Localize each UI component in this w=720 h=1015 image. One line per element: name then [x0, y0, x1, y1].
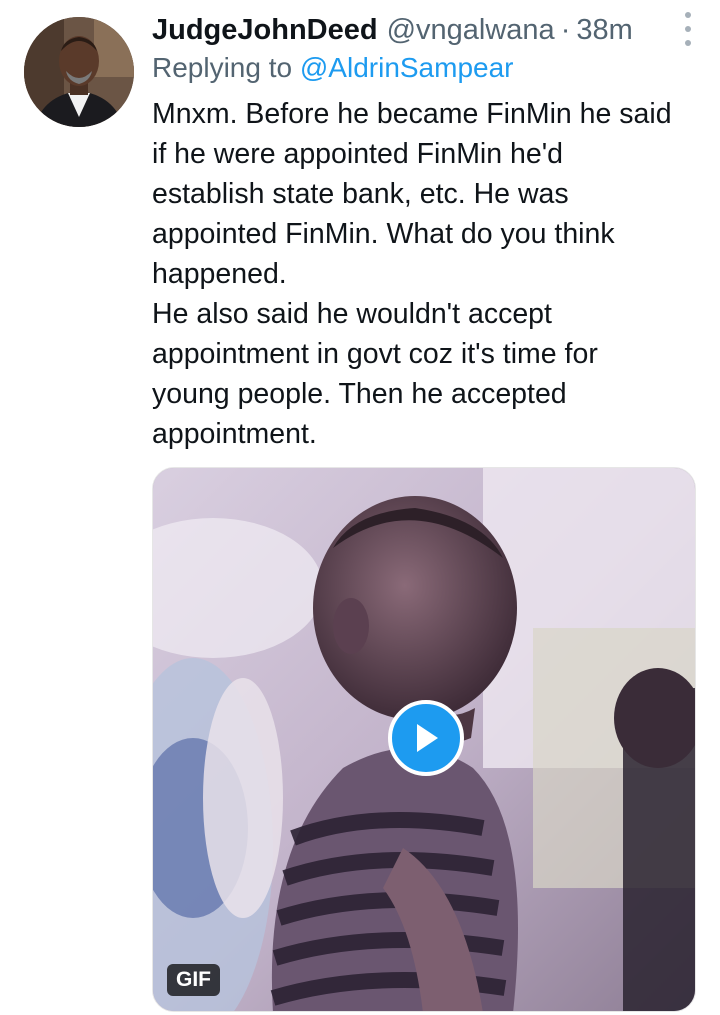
tweet-text-line: He also said he wouldn't accept — [152, 298, 552, 330]
avatar[interactable] — [24, 17, 134, 127]
tweet-text-line: young people. Then he accepted — [152, 378, 567, 410]
tweet-text-line: appointment. — [152, 418, 317, 450]
tweet-text: Mnxm. Before he became FinMin he said if… — [152, 94, 712, 454]
tweet-header: JudgeJohnDeed @vngalwana · 38m — [152, 10, 672, 50]
tweet-text-line: happened. — [152, 258, 287, 290]
replying-to-prefix: Replying to — [152, 52, 300, 83]
author-handle[interactable]: @vngalwana — [387, 14, 555, 47]
replying-to: Replying to @AldrinSampear — [152, 52, 514, 84]
replying-to-mention[interactable]: @AldrinSampear — [300, 52, 514, 83]
author-name[interactable]: JudgeJohnDeed — [152, 14, 378, 47]
gif-badge: GIF — [167, 964, 220, 996]
tweet-text-line: establish state bank, etc. He was — [152, 178, 569, 210]
tweet[interactable]: JudgeJohnDeed @vngalwana · 38m Replying … — [0, 0, 720, 1015]
tweet-text-line: appointed FinMin. What do you think — [152, 218, 615, 250]
gif-media[interactable]: GIF — [152, 467, 696, 1012]
tweet-text-line: if he were appointed FinMin he'd — [152, 138, 564, 170]
tweet-text-line: appointment in govt coz it's time for — [152, 338, 598, 370]
tweet-text-line: Mnxm. Before he became FinMin he said — [152, 98, 672, 130]
more-vertical-icon[interactable] — [678, 12, 698, 46]
timestamp[interactable]: 38m — [576, 14, 632, 47]
separator-dot: · — [560, 13, 571, 46]
play-icon[interactable] — [388, 700, 464, 776]
